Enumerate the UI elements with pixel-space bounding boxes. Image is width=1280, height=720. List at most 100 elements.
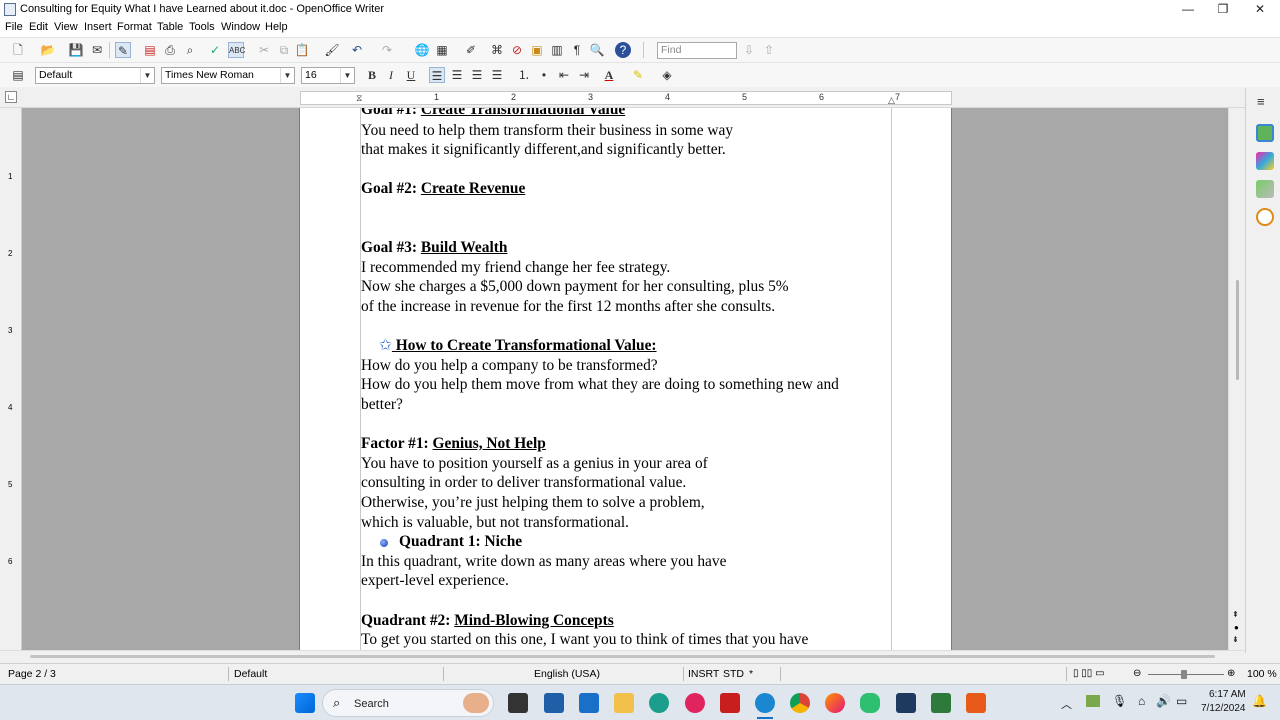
menu-table[interactable]: Table [157,21,183,33]
page-indicator[interactable]: Page 2 / 3 [8,668,56,680]
formatting-marks-icon[interactable]: ¶ [569,42,585,58]
page-text-area[interactable]: Goal #1: Create Transformational Value Y… [360,108,892,650]
menu-tools[interactable]: Tools [189,21,215,33]
navigation-dot-icon[interactable]: ● [1234,623,1239,632]
snipping-tool-icon[interactable] [966,693,986,713]
font-size-select[interactable]: 16 ▼ [301,67,355,84]
styles-icon[interactable] [1256,152,1274,170]
underline-button[interactable]: U [403,67,419,83]
properties-icon[interactable] [1256,124,1274,142]
notification-bell-icon[interactable]: 🔔 [1252,694,1267,708]
justify-icon[interactable]: ☰ [489,67,505,83]
edge-icon[interactable] [649,693,669,713]
bold-button[interactable]: B [364,67,380,83]
network-icon[interactable]: ⌂ [1138,694,1145,708]
undo-icon[interactable]: ↶ [349,42,365,58]
zoom-in-icon[interactable]: ⊕ [1227,668,1235,679]
restore-button[interactable]: ❐ [1205,0,1241,19]
close-button[interactable]: ✕ [1242,0,1278,19]
export-pdf-icon[interactable]: ▤ [142,42,158,58]
redo-icon[interactable]: ↷ [379,42,395,58]
openoffice-icon[interactable] [755,693,775,713]
menu-file[interactable]: File [5,21,23,33]
print-preview-icon[interactable]: ⌕ [182,42,198,58]
cut-icon[interactable]: ✂ [256,42,272,58]
chrome-icon[interactable] [790,693,810,713]
align-center-icon[interactable]: ☰ [449,67,465,83]
edit-mode-icon[interactable]: ✎ [115,42,131,58]
clock-time[interactable]: 6:17 AM [1209,689,1246,700]
volume-icon[interactable]: 🔊 [1156,694,1171,708]
paragraph-style-select[interactable]: Default ▼ [35,67,155,84]
clone-formatting-icon[interactable]: 🖌 [324,42,340,58]
insert-mode[interactable]: INSRT [688,668,719,680]
selection-mode[interactable]: STD [723,668,744,680]
open-folder-icon[interactable]: 📂 [40,42,56,58]
new-document-icon[interactable]: 🗋 [10,42,26,58]
language-indicator[interactable]: English (USA) [534,668,600,680]
document-page[interactable]: Goal #1: Create Transformational Value Y… [299,108,952,650]
calendar-app-icon[interactable] [896,693,916,713]
background-color-icon[interactable]: ◈ [659,67,675,83]
zoom-out-icon[interactable]: ⊖ [1133,668,1141,679]
help-icon[interactable]: ? [615,42,631,58]
media-app-icon[interactable] [685,693,705,713]
vertical-scrollbar[interactable]: ⇞ ● ⇟ [1228,108,1245,650]
find-next-icon[interactable]: ⇩ [741,42,757,58]
previous-page-icon[interactable]: ⇞ [1232,610,1239,619]
navigator-icon[interactable]: ⊘ [509,42,525,58]
file-explorer-icon[interactable] [614,693,634,713]
horizontal-scrollbar[interactable] [0,650,1245,662]
align-right-icon[interactable]: ☰ [469,67,485,83]
chat-app-icon[interactable] [860,693,880,713]
zoom-icon[interactable]: 🔍 [589,42,605,58]
styles-formatting-icon[interactable]: ▤ [10,67,26,83]
outlook-icon[interactable] [579,693,599,713]
chevron-down-icon[interactable]: ▼ [340,68,354,83]
numbering-icon[interactable]: ⒈ [516,67,532,83]
menu-view[interactable]: View [54,21,78,33]
find-previous-icon[interactable]: ⇧ [761,42,777,58]
view-layout-icon[interactable]: ▯ ▯▯ ▭ [1073,668,1105,679]
font-name-select[interactable]: Times New Roman ▼ [161,67,295,84]
store-icon[interactable] [544,693,564,713]
paste-icon[interactable]: 📋 [294,42,310,58]
italic-button[interactable]: I [383,67,399,83]
microphone-icon[interactable]: 🎙 [1112,694,1127,708]
print-icon[interactable]: ⎙ [162,42,178,58]
bullets-icon[interactable]: • [536,67,552,83]
windows-start-icon[interactable] [295,693,315,713]
navigator-sidebar-icon[interactable] [1256,208,1274,226]
gallery-icon[interactable]: ▣ [529,42,545,58]
spreadsheet-app-icon[interactable] [931,693,951,713]
menu-insert[interactable]: Insert [84,21,112,33]
autospellcheck-icon[interactable]: ABC [228,42,245,58]
menu-edit[interactable]: Edit [29,21,48,33]
taskbar-search[interactable]: ⌕ Search [322,689,494,717]
gallery-sidebar-icon[interactable] [1256,180,1274,198]
email-icon[interactable]: ✉ [89,42,105,58]
draw-functions-icon[interactable]: ✐ [463,42,479,58]
copy-icon[interactable]: ⧉ [276,42,292,58]
zoom-level[interactable]: 100 % [1247,668,1277,680]
tray-app-icon[interactable] [1086,695,1100,707]
menu-window[interactable]: Window [221,21,260,33]
data-sources-icon[interactable]: ▥ [549,42,565,58]
menu-format[interactable]: Format [117,21,152,33]
page-style[interactable]: Default [234,668,267,680]
table-icon[interactable]: ▦ [434,42,450,58]
increase-indent-icon[interactable]: ⇥ [576,67,592,83]
decrease-indent-icon[interactable]: ⇤ [556,67,572,83]
hscroll-thumb[interactable] [30,655,1215,658]
clock-date[interactable]: 7/12/2024 [1201,703,1246,714]
minimize-button[interactable]: — [1170,0,1206,19]
scrollbar-thumb[interactable] [1236,280,1239,380]
spellcheck-icon[interactable]: ✓ [207,42,223,58]
tab-type-icon[interactable]: ∟ [5,91,17,103]
right-indent-marker-icon[interactable]: △ [888,95,895,106]
save-icon[interactable]: 💾 [68,42,84,58]
sidebar-menu-icon[interactable]: ≡ [1257,94,1265,109]
align-left-icon[interactable]: ☰ [429,67,445,83]
menu-help[interactable]: Help [265,21,288,33]
battery-icon[interactable]: ▭ [1176,694,1187,708]
